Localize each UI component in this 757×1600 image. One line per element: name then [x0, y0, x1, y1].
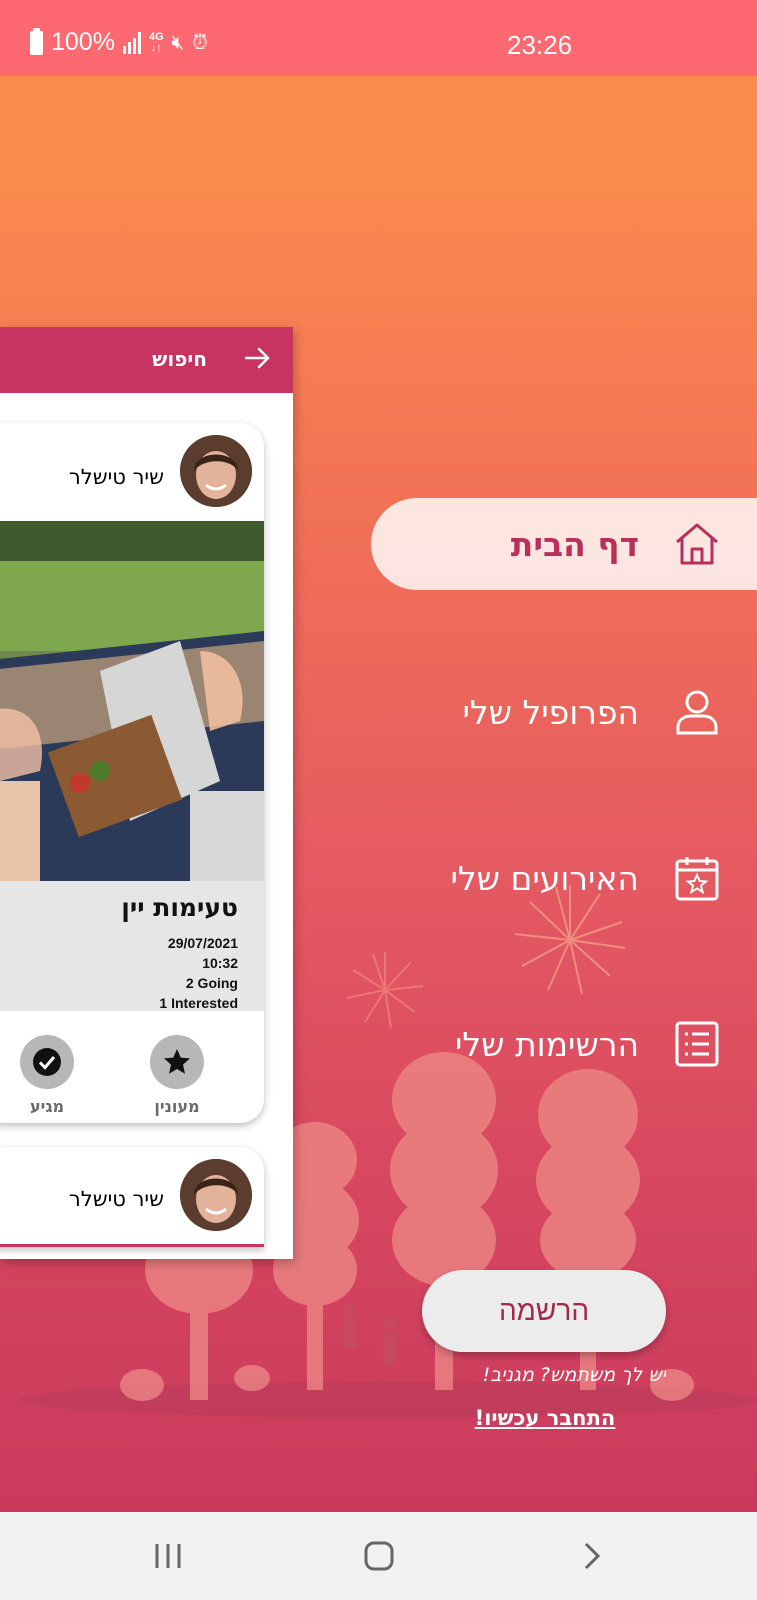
page-title: חיפוש	[152, 347, 207, 371]
user-icon	[673, 688, 721, 736]
interested-count: 1 Interested	[159, 995, 238, 1011]
going-button[interactable]: מגיע	[2, 1035, 92, 1116]
post-author-name: שיר טישלר	[68, 1187, 164, 1211]
back-icon[interactable]	[572, 1538, 612, 1574]
register-button[interactable]: הרשמה	[422, 1270, 666, 1352]
interested-button[interactable]: מעונין	[132, 1035, 222, 1116]
event-post-card[interactable]: שיר טישלר	[0, 1147, 264, 1247]
menu-item-label: האירועים שלי	[450, 858, 639, 898]
menu-item-home[interactable]: דף הבית	[371, 498, 757, 590]
menu-item-events[interactable]: האירועים שלי	[450, 832, 757, 924]
menu-item-label: דף הבית	[510, 524, 639, 564]
home-icon	[673, 520, 721, 568]
menu-item-profile[interactable]: הפרופיל שלי	[462, 666, 757, 758]
has-user-text: יש לך משתמש? מגניב!	[482, 1364, 666, 1386]
home-nav-icon[interactable]	[359, 1538, 399, 1574]
menu-item-label: הרשימות שלי	[454, 1024, 639, 1064]
post-photo	[0, 521, 264, 881]
going-count: 2 Going	[185, 975, 238, 991]
system-nav-bar	[0, 1512, 757, 1600]
avatar	[180, 435, 252, 507]
arrow-right-icon[interactable]	[243, 344, 271, 372]
main-screen-preview[interactable]: חיפוש שיר טישלר טעימות יין 29/07/2021 10…	[0, 327, 293, 1259]
check-circle-icon	[20, 1035, 74, 1089]
star-icon	[150, 1035, 204, 1089]
going-label: מגיע	[29, 1097, 65, 1116]
event-title: טעימות יין	[121, 893, 238, 922]
connect-now-link[interactable]: התחבר עכשיו!	[460, 1406, 630, 1430]
list-icon	[673, 1020, 721, 1068]
recent-apps-icon[interactable]	[148, 1538, 188, 1574]
menu-item-label: הפרופיל שלי	[462, 692, 639, 732]
menu-item-lists[interactable]: הרשימות שלי	[455, 998, 757, 1090]
post-author-name: שיר טישלר	[68, 465, 164, 489]
avatar	[180, 1159, 252, 1231]
event-post-card[interactable]: שיר טישלר	[0, 423, 264, 1123]
calendar-star-icon	[673, 854, 721, 902]
app-header: חיפוש	[0, 327, 293, 393]
interested-label: מעונין	[154, 1097, 200, 1116]
event-time: 10:32	[202, 955, 238, 971]
event-date: 29/07/2021	[167, 935, 238, 951]
card-divider	[0, 1244, 264, 1247]
event-info: טעימות יין 29/07/2021 10:32 2 Going 1 In…	[0, 881, 264, 1011]
